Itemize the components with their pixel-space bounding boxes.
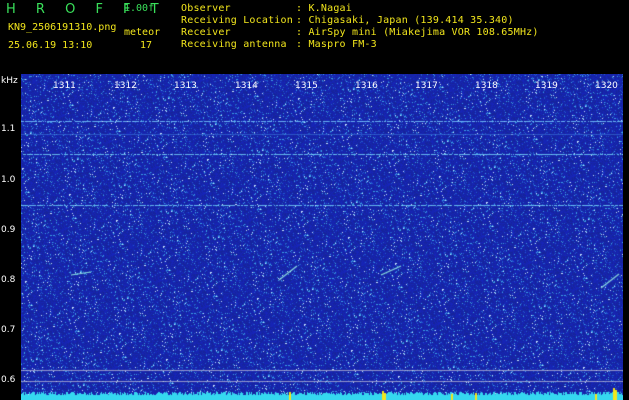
x-tick-label: 1320 — [595, 81, 618, 91]
antenna-value: : Maspro FM-3 — [296, 39, 377, 50]
location-value: : Chigasaki, Japan (139.414 35.340) — [296, 15, 514, 26]
detection-count: 17 — [140, 40, 153, 51]
location-label: Receiving Location — [181, 15, 293, 26]
y-tick-label: 0.6 — [1, 375, 16, 385]
y-tick-label: 0.9 — [1, 225, 16, 235]
header-panel: H R O F F T 1.00f KN9_2506191310.png met… — [0, 0, 629, 74]
x-tick-label: 1315 — [295, 81, 318, 91]
spectrogram-plot[interactable]: 1311 1312 1313 1314 1315 1316 1317 1318 … — [21, 74, 623, 400]
receiver-value: : AirSpy mini (Miakejima VOR 108.65MHz) — [296, 27, 539, 38]
y-tick-label: 0.7 — [1, 325, 16, 335]
date-time: 25.06.19 13:10 — [8, 40, 93, 51]
x-tick-label: 1317 — [415, 81, 438, 91]
frequency-axis: kHz 1.1 1.0 0.9 0.8 0.7 0.6 — [0, 74, 21, 400]
spectrogram-canvas[interactable] — [21, 74, 623, 400]
receiver-label: Receiver — [181, 27, 231, 38]
y-tick-label: 1.1 — [1, 124, 16, 134]
y-tick-label: 0.8 — [1, 275, 16, 285]
x-tick-label: 1319 — [535, 81, 558, 91]
app-version: 1.00f — [124, 3, 155, 14]
x-tick-label: 1314 — [235, 81, 258, 91]
observer-value: : K.Nagai — [296, 3, 352, 14]
x-tick-label: 1316 — [355, 81, 378, 91]
x-tick-label: 1313 — [174, 81, 197, 91]
file-name: KN9_2506191310.png — [8, 22, 117, 33]
observer-label: Observer — [181, 3, 231, 14]
x-tick-label: 1318 — [475, 81, 498, 91]
y-tick-label: 1.0 — [1, 175, 16, 185]
axis-unit: kHz — [1, 76, 18, 86]
antenna-label: Receiving antenna — [181, 39, 287, 50]
plot-right-border — [623, 74, 629, 400]
mode-label: meteor — [124, 27, 161, 38]
x-tick-label: 1311 — [53, 81, 76, 91]
x-tick-label: 1312 — [114, 81, 137, 91]
